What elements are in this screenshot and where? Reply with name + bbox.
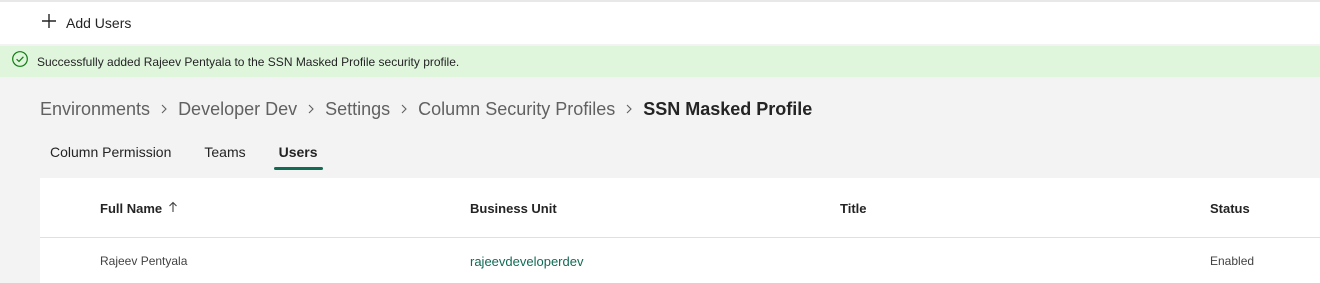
tab-list: Column Permission Teams Users [40, 134, 341, 170]
column-header-business-unit[interactable]: Business Unit [470, 178, 557, 238]
add-users-button[interactable]: Add Users [40, 7, 131, 39]
breadcrumb-settings[interactable]: Settings [325, 99, 390, 120]
tab-users[interactable]: Users [269, 134, 328, 170]
breadcrumb-developer-dev[interactable]: Developer Dev [178, 99, 297, 120]
breadcrumb-environments[interactable]: Environments [40, 99, 150, 120]
chevron-right-icon [297, 95, 325, 123]
cell-status: Enabled [1210, 254, 1255, 268]
chevron-right-icon [615, 95, 643, 123]
column-header-title[interactable]: Title [840, 178, 867, 238]
chevron-right-icon [390, 95, 418, 123]
grid-header: Full Name Business Unit Title Status [40, 178, 1320, 238]
breadcrumb-current: SSN Masked Profile [643, 98, 813, 119]
users-grid: Full Name Business Unit Title Status Raj… [40, 178, 1320, 283]
column-header-full-name[interactable]: Full Name [100, 178, 178, 238]
breadcrumb-column-security-profiles[interactable]: Column Security Profiles [418, 99, 615, 120]
tab-teams[interactable]: Teams [194, 134, 255, 170]
table-row[interactable]: Rajeev Pentyala rajeevdeveloperdev Enabl… [40, 239, 1320, 283]
plus-icon [40, 12, 58, 35]
success-notification: Successfully added Rajeev Pentyala to th… [0, 46, 1320, 77]
add-users-label: Add Users [66, 15, 132, 31]
command-bar: Add Users [0, 2, 1320, 44]
column-header-label: Full Name [100, 200, 163, 216]
chevron-right-icon [150, 95, 178, 123]
tab-column-permission[interactable]: Column Permission [40, 134, 181, 170]
cell-business-unit-link[interactable]: rajeevdeveloperdev [470, 239, 583, 283]
breadcrumb: Environments Developer Dev Settings Colu… [40, 95, 812, 123]
column-header-status[interactable]: Status [1210, 178, 1250, 238]
arrow-up-icon [162, 201, 178, 216]
notification-message: Successfully added Rajeev Pentyala to th… [37, 54, 460, 69]
checkmark-circle-icon [11, 50, 29, 73]
cell-full-name: Rajeev Pentyala [100, 254, 188, 268]
